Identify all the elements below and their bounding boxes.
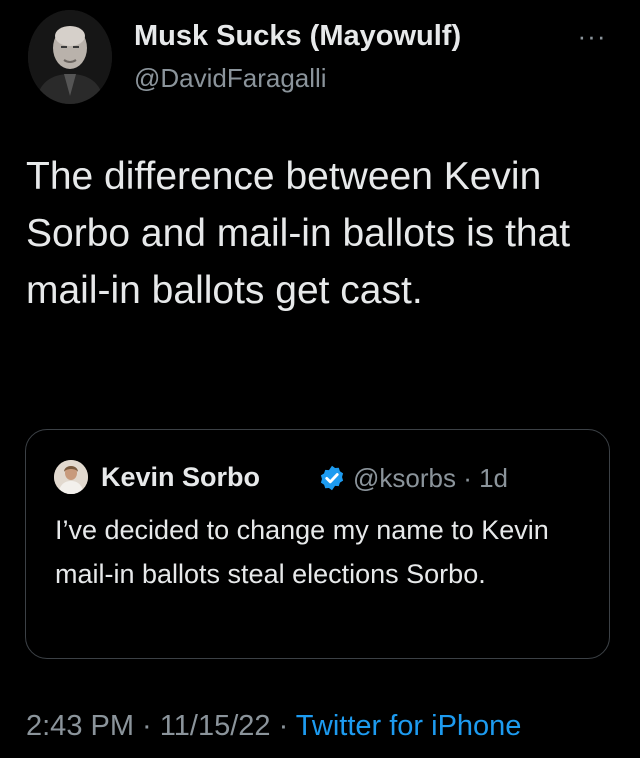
author-display-name[interactable]: Musk Sucks (Mayowulf) [134,20,461,53]
author-avatar-image [28,10,112,104]
author-handle[interactable]: @DavidFaragalli [134,63,327,94]
quoted-handle-time[interactable]: @ksorbs · 1d [353,463,508,494]
author-avatar[interactable] [28,10,112,104]
verified-badge-icon [318,464,346,492]
quoted-tweet[interactable]: Kevin Sorbo @ksorbs · 1d I’ve decided to… [25,429,610,659]
quoted-author-name[interactable]: Kevin Sorbo [101,462,260,493]
quoted-author-avatar[interactable] [54,460,88,494]
tweet-time[interactable]: 2:43 PM [26,710,134,742]
more-options-icon[interactable]: ··· [572,16,612,56]
quoted-avatar-image [54,460,88,494]
quoted-tweet-text: I’ve decided to change my name to Kevin … [55,515,549,589]
separator: · [270,710,296,742]
separator: · [134,710,160,742]
tweet-text: The difference between Kevin Sorbo and m… [26,155,571,312]
tweet-metadata: 2:43 PM · 11/15/22 · Twitter for iPhone [26,710,521,743]
tweet-source-link[interactable]: Twitter for iPhone [296,710,522,742]
tweet-date[interactable]: 11/15/22 [160,710,271,742]
tweet: Musk Sucks (Mayowulf) @DavidFaragalli ··… [0,0,640,758]
